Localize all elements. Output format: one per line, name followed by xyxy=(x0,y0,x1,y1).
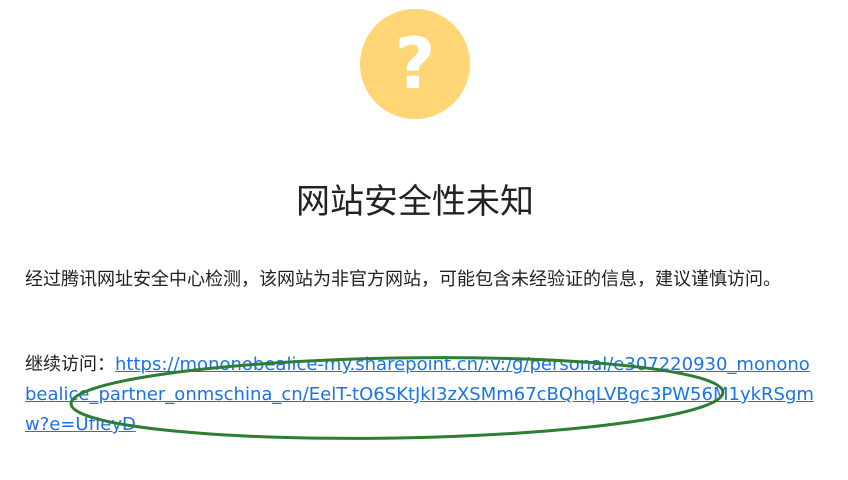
question-mark-glyph: ? xyxy=(394,23,436,105)
continue-visit-link[interactable]: https://mononobealice-my.sharepoint.cn/:… xyxy=(25,354,814,435)
page-title: 网站安全性未知 xyxy=(296,182,534,222)
continue-visit-section: 继续访问：https://mononobealice-my.sharepoint… xyxy=(25,350,815,440)
question-mark-icon: ? xyxy=(360,9,470,119)
security-warning-page: ? 网站安全性未知 经过腾讯网址安全中心检测，该网站为非官方网站，可能包含未经验… xyxy=(0,0,848,480)
warning-message: 经过腾讯网址安全中心检测，该网站为非官方网站，可能包含未经验证的信息，建议谨慎访… xyxy=(25,269,781,290)
continue-visit-label: 继续访问： xyxy=(25,354,115,375)
